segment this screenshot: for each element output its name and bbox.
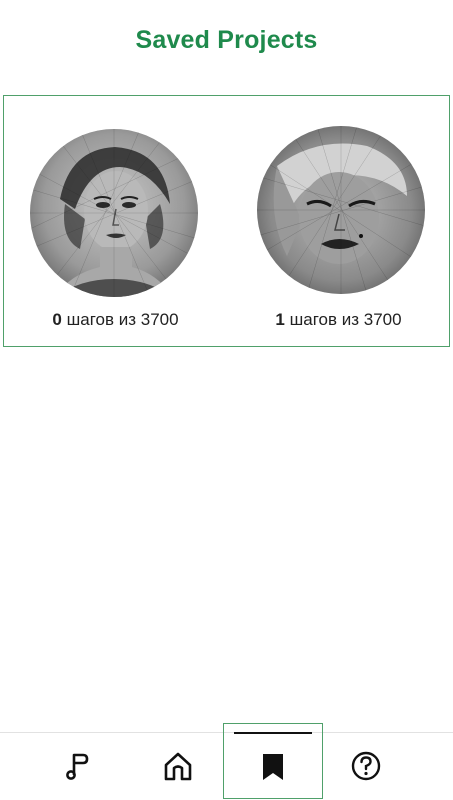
steps-suffix: шагов из 3700 [61,310,179,329]
string-art-portrait-woman-icon[interactable] [30,129,198,297]
nav-item-home[interactable] [128,733,228,799]
steps-done: 0 [52,310,62,329]
nav-item-music[interactable] [28,733,128,799]
bookmark-icon [263,754,283,780]
project-card[interactable]: 1 шагов из 3700 [227,96,450,346]
project-progress: 1 шагов из 3700 [227,310,450,330]
project-card[interactable]: 0 шагов из 3700 [4,96,227,346]
string-art-portrait-marilyn-icon[interactable] [257,126,425,294]
music-note-icon [66,753,89,780]
help-icon [351,751,381,781]
saved-projects-grid: 0 шагов из 3700 1 шагов из 3700 [3,95,450,347]
nav-item-saved[interactable] [223,723,323,799]
active-indicator [234,732,312,734]
steps-done: 1 [275,310,285,329]
steps-suffix: шагов из 3700 [284,310,402,329]
bottom-navigation [0,723,453,800]
page-title: Saved Projects [135,26,318,54]
project-progress: 0 шагов из 3700 [4,310,227,330]
nav-item-help[interactable] [316,733,416,799]
home-icon [164,752,192,781]
